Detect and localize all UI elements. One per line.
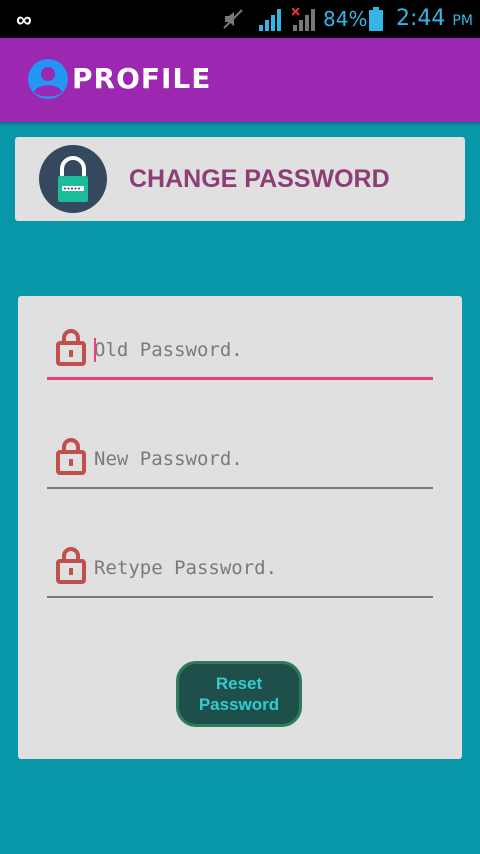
page-title: CHANGE PASSWORD <box>129 165 390 193</box>
new-password-field[interactable] <box>47 435 433 489</box>
app-title: PROFILE <box>72 62 212 95</box>
user-icon[interactable] <box>28 59 68 104</box>
battery-percent: 84% <box>323 7 368 31</box>
clock: 2:44 PM <box>396 6 473 31</box>
retype-password-input[interactable] <box>94 550 424 586</box>
signal-no-data-icon <box>291 7 318 37</box>
clock-ampm: PM <box>452 13 473 29</box>
lock-icon <box>39 145 107 213</box>
old-password-input[interactable] <box>94 332 424 368</box>
padlock-icon <box>55 544 87 589</box>
clock-time: 2:44 <box>396 6 446 31</box>
signal-icon <box>258 8 284 37</box>
old-password-field[interactable] <box>47 326 433 380</box>
mute-icon <box>222 8 244 35</box>
change-password-header: CHANGE PASSWORD <box>15 137 465 221</box>
status-bar: ∞ 84% 2:44 PM <box>0 0 480 38</box>
text-cursor <box>94 338 96 362</box>
padlock-icon <box>55 326 87 371</box>
new-password-input[interactable] <box>94 441 424 477</box>
battery-icon <box>369 7 383 36</box>
padlock-icon <box>55 435 87 480</box>
infinity-icon: ∞ <box>16 7 32 32</box>
input-underline <box>47 596 433 598</box>
retype-password-field[interactable] <box>47 544 433 598</box>
password-form: Reset Password <box>18 296 462 759</box>
reset-password-button[interactable]: Reset Password <box>176 661 302 727</box>
input-underline <box>47 377 433 380</box>
input-underline <box>47 487 433 489</box>
app-bar: PROFILE <box>0 38 480 122</box>
